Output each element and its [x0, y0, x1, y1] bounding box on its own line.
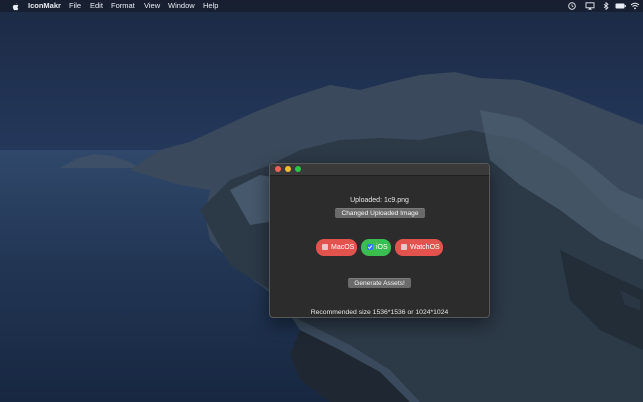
generate-assets-button[interactable]: Generate Assets! [348, 278, 411, 288]
watchos-checkbox[interactable] [401, 244, 407, 250]
menu-view[interactable]: View [144, 0, 160, 12]
ios-checkbox[interactable] [367, 244, 373, 250]
menu-bar: IconMakr File Edit Format View Window He… [0, 0, 643, 12]
menu-window[interactable]: Window [168, 0, 195, 12]
window-titlebar[interactable] [270, 164, 489, 176]
recommended-size-label: Recommended size 1536*1536 or 1024*1024 [310, 309, 449, 316]
macos-toggle-label: MacOS [331, 244, 355, 251]
ios-toggle[interactable]: iOS [361, 239, 391, 256]
checkmark-icon [367, 245, 373, 250]
menu-edit[interactable]: Edit [90, 0, 103, 12]
iconmakr-window: Uploaded: 1c9.png Changed Uploaded Image… [269, 163, 490, 318]
ios-toggle-label: iOS [376, 244, 388, 251]
wifi-icon[interactable] [630, 2, 640, 10]
minimize-window-button[interactable] [285, 166, 291, 172]
close-window-button[interactable] [275, 166, 281, 172]
bluetooth-icon[interactable] [601, 2, 611, 10]
menu-file[interactable]: File [69, 0, 81, 12]
time-machine-icon[interactable] [567, 2, 577, 10]
battery-icon[interactable] [615, 2, 626, 10]
uploaded-file-label: Uploaded: 1c9.png [350, 197, 409, 204]
menu-format[interactable]: Format [111, 0, 135, 12]
app-name-menu[interactable]: IconMakr [28, 0, 61, 12]
macos-checkbox[interactable] [322, 244, 328, 250]
watchos-toggle[interactable]: WatchOS [395, 239, 443, 256]
maximize-window-button[interactable] [295, 166, 301, 172]
airplay-icon[interactable] [585, 2, 595, 10]
apple-icon[interactable] [11, 2, 20, 11]
menu-help[interactable]: Help [203, 0, 218, 12]
watchos-toggle-label: WatchOS [410, 244, 440, 251]
change-uploaded-image-button[interactable]: Changed Uploaded Image [335, 208, 425, 218]
macos-toggle[interactable]: MacOS [316, 239, 357, 256]
